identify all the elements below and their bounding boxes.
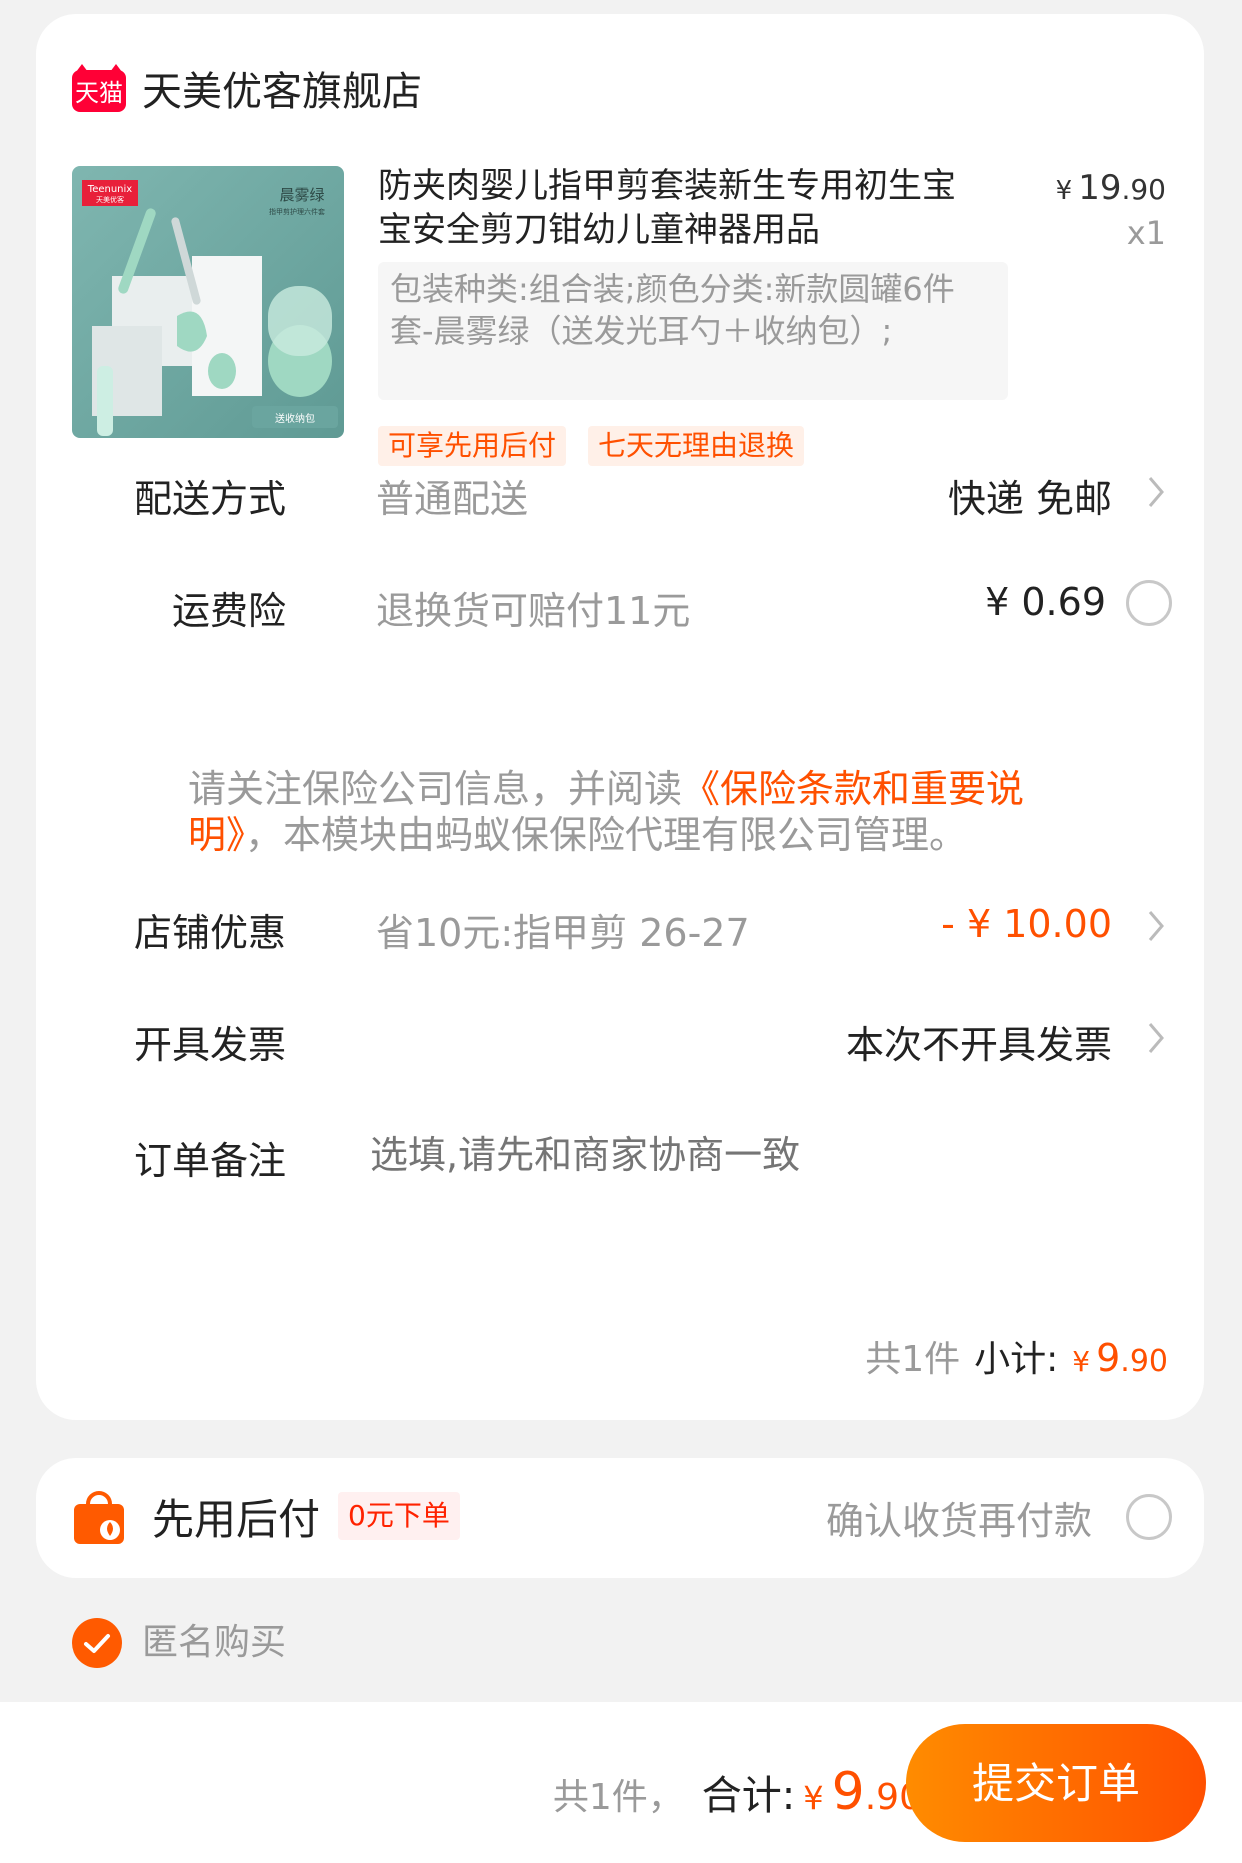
discount-label: 店铺优惠 — [133, 911, 286, 955]
sku-text: 包装种类:组合装;颜色分类:新款圆罐6件套-晨雾绿（送发光耳勺＋收纳包）; — [390, 270, 955, 350]
subtotal: 共1件 小计: ¥9.90 — [865, 1336, 1168, 1380]
chevron-right-icon — [1148, 477, 1164, 507]
product-photo-illustration: Teenunix 天美优客 晨雾绿 指甲剪护理六件套 送收纳包 — [72, 166, 344, 438]
product-quantity: x1 — [1126, 214, 1166, 252]
svg-text:送收纳包: 送收纳包 — [275, 412, 315, 425]
check-icon — [84, 1634, 110, 1653]
submit-order-button[interactable]: 提交订单 — [906, 1724, 1206, 1842]
pay-later-radio[interactable] — [1126, 1494, 1172, 1540]
product-title[interactable]: 防夹肉婴儿指甲剪套装新生专用初生宝宝安全剪刀钳幼儿童神器用品 — [378, 164, 978, 252]
product-price: ¥19.90 — [1055, 168, 1166, 208]
insurance-radio[interactable] — [1126, 580, 1172, 626]
anonymous-checkbox[interactable] — [72, 1618, 122, 1668]
svg-text:晨雾绿: 晨雾绿 — [279, 186, 324, 204]
checkout-bar: 共1件， 合计: ¥9.90 提交订单 — [0, 1702, 1242, 1863]
delivery-label: 配送方式 — [133, 477, 286, 521]
discount-desc: 省10元:指甲剪 26-27 — [376, 911, 750, 955]
order-total: 共1件， 合计: ¥9.90 — [552, 1762, 922, 1822]
sku-info[interactable]: 包装种类:组合装;颜色分类:新款圆罐6件套-晨雾绿（送发光耳勺＋收纳包）; — [378, 262, 1008, 400]
insurance-desc: 退换货可赔付11元 — [376, 589, 691, 633]
pay-later-card[interactable]: 先用后付 0元下单 确认收货再付款 — [36, 1458, 1204, 1578]
shop-order-card: 天猫 天美优客旗舰店 Teenunix 天美优客 晨雾绿 指甲剪护理六件套 送收… — [36, 14, 1204, 1420]
svg-text:天猫: 天猫 — [75, 79, 123, 107]
discount-value: - ¥ 10.00 — [941, 902, 1112, 946]
delivery-value: 快递 免邮 — [947, 477, 1112, 521]
pay-later-desc: 确认收货再付款 — [825, 1499, 1092, 1543]
chevron-right-icon — [1148, 1023, 1164, 1053]
delivery-row[interactable]: 配送方式 普通配送 快递 免邮 — [36, 444, 1204, 544]
svg-text:指甲剪护理六件套: 指甲剪护理六件套 — [269, 207, 325, 216]
zero-down-tag: 0元下单 — [338, 1492, 460, 1540]
remark-label: 订单备注 — [133, 1139, 286, 1183]
remark-input[interactable] — [368, 1124, 1132, 1186]
insurance-row: 运费险 退换货可赔付11元 ¥ 0.69 — [36, 560, 1204, 660]
product-image[interactable]: Teenunix 天美优客 晨雾绿 指甲剪护理六件套 送收纳包 — [72, 166, 344, 438]
shop-discount-row[interactable]: 店铺优惠 省10元:指甲剪 26-27 - ¥ 10.00 — [36, 878, 1204, 978]
chevron-right-icon — [1148, 911, 1164, 941]
invoice-value: 本次不开具发票 — [845, 1023, 1112, 1067]
shopping-bag-icon — [74, 1491, 124, 1544]
pay-later-title: 先用后付 — [152, 1495, 321, 1544]
svg-text:天美优客: 天美优客 — [96, 195, 124, 204]
invoice-row[interactable]: 开具发票 本次不开具发票 — [36, 990, 1204, 1090]
insurance-label: 运费险 — [171, 589, 286, 633]
insurance-notice: 请关注保险公司信息，并阅读《保险条款和重要说明》，本模块由蚂蚁保保险代理有限公司… — [188, 767, 1025, 857]
delivery-desc: 普通配送 — [376, 477, 529, 521]
svg-text:Teenunix: Teenunix — [87, 184, 133, 195]
shop-name[interactable]: 天美优客旗舰店 — [142, 66, 422, 118]
remark-row: 订单备注 — [36, 1114, 1204, 1214]
invoice-label: 开具发票 — [133, 1023, 286, 1067]
tmall-logo-icon: 天猫 — [72, 64, 126, 112]
insurance-price: ¥ 0.69 — [985, 580, 1106, 624]
anonymous-label: 匿名购买 — [142, 1622, 287, 1663]
